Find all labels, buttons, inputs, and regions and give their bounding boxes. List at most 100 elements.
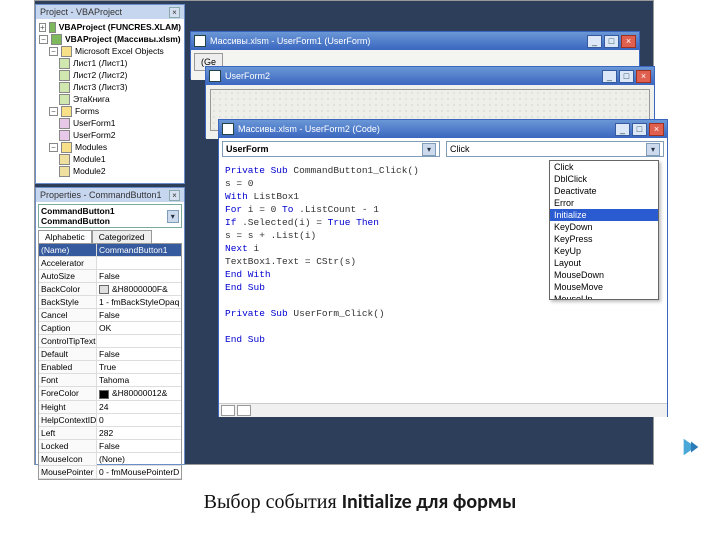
- folder-node[interactable]: Microsoft Excel Objects: [75, 45, 164, 57]
- tree-item[interactable]: Module2: [73, 165, 106, 177]
- window-titlebar[interactable]: Массивы.xlsm - UserForm1 (UserForm) _ □ …: [191, 32, 639, 50]
- procedure-dropdown-value: Click: [450, 144, 470, 154]
- property-row[interactable]: ForeColor&H80000012&: [39, 387, 181, 400]
- object-dropdown[interactable]: UserForm ▾: [222, 141, 440, 157]
- property-row[interactable]: MousePointer0 - fmMousePointerD: [39, 466, 181, 479]
- properties-grid[interactable]: (Name)CommandButton1AcceleratorAutoSizeF…: [38, 243, 182, 480]
- property-row[interactable]: LockedFalse: [39, 440, 181, 453]
- property-row[interactable]: DefaultFalse: [39, 348, 181, 361]
- window-title: Массивы.xlsm - UserForm1 (UserForm): [210, 36, 370, 46]
- collapse-icon[interactable]: −: [49, 47, 58, 56]
- tree-item[interactable]: Лист1 (Лист1): [73, 57, 127, 69]
- properties-tabs: Alphabetic Categorized: [38, 230, 182, 243]
- property-row[interactable]: AutoSizeFalse: [39, 270, 181, 283]
- event-option[interactable]: MouseMove: [550, 281, 658, 293]
- close-button[interactable]: ×: [636, 70, 651, 83]
- property-row[interactable]: BackColor&H8000000F&: [39, 283, 181, 296]
- close-icon[interactable]: ×: [169, 190, 180, 201]
- window-icon: [194, 35, 206, 47]
- sheet-icon: [59, 82, 70, 93]
- object-dropdown-value: UserForm: [226, 144, 269, 154]
- project-explorer: Project - VBAProject × + VBAProject (FUNC…: [35, 4, 185, 184]
- property-row[interactable]: FontTahoma: [39, 374, 181, 387]
- view-switch: [219, 403, 667, 417]
- property-row[interactable]: CancelFalse: [39, 309, 181, 322]
- properties-object-dropdown[interactable]: CommandButton1 CommandButton ▾: [38, 204, 182, 228]
- workbook-icon: [59, 94, 70, 105]
- tree-item[interactable]: Лист2 (Лист2): [73, 69, 127, 81]
- event-option[interactable]: Click: [550, 161, 658, 173]
- properties-title: Properties - CommandButton1: [40, 190, 162, 200]
- folder-icon: [61, 142, 72, 153]
- folder-node[interactable]: Modules: [75, 141, 107, 153]
- project-explorer-title: Project - VBAProject: [40, 7, 122, 17]
- properties-titlebar: Properties - CommandButton1 ×: [36, 188, 184, 202]
- close-button[interactable]: ×: [621, 35, 636, 48]
- tree-item[interactable]: ЭтаКнига: [73, 93, 110, 105]
- caption-emphasis: Initialize для формы: [342, 490, 517, 514]
- project-node[interactable]: VBAProject (Массивы.xlsm): [65, 33, 181, 45]
- project-explorer-titlebar: Project - VBAProject ×: [36, 5, 184, 19]
- event-option[interactable]: Initialize: [550, 209, 658, 221]
- collapse-icon[interactable]: −: [49, 143, 58, 152]
- event-option[interactable]: KeyDown: [550, 221, 658, 233]
- window-title: Массивы.xlsm - UserForm2 (Code): [238, 124, 380, 134]
- event-option[interactable]: Deactivate: [550, 185, 658, 197]
- folder-icon: [61, 46, 72, 57]
- next-slide-button[interactable]: [680, 436, 702, 458]
- event-option[interactable]: KeyPress: [550, 233, 658, 245]
- procedure-dropdown-list[interactable]: ClickDblClickDeactivateErrorInitializeKe…: [549, 160, 659, 300]
- property-row[interactable]: Height24: [39, 401, 181, 414]
- procedure-dropdown[interactable]: Click ▾: [446, 141, 664, 157]
- event-option[interactable]: KeyUp: [550, 245, 658, 257]
- maximize-button[interactable]: □: [604, 35, 619, 48]
- property-row[interactable]: HelpContextID0: [39, 414, 181, 427]
- tree-item[interactable]: UserForm1: [73, 117, 116, 129]
- event-option[interactable]: MouseDown: [550, 269, 658, 281]
- minimize-button[interactable]: _: [587, 35, 602, 48]
- tree-item[interactable]: Лист3 (Лист3): [73, 81, 127, 93]
- project-icon: [51, 34, 62, 45]
- module-icon: [59, 154, 70, 165]
- sheet-icon: [59, 58, 70, 69]
- event-option[interactable]: DblClick: [550, 173, 658, 185]
- property-row[interactable]: CaptionOK: [39, 322, 181, 335]
- procedure-view-button[interactable]: [221, 405, 235, 416]
- project-node[interactable]: VBAProject (FUNCRES.XLAM): [59, 21, 181, 33]
- collapse-icon[interactable]: −: [39, 35, 48, 44]
- property-row[interactable]: BackStyle1 - fmBackStyleOpaq: [39, 296, 181, 309]
- tab-alphabetic[interactable]: Alphabetic: [38, 230, 92, 243]
- close-icon[interactable]: ×: [169, 7, 180, 18]
- event-option[interactable]: Error: [550, 197, 658, 209]
- window-icon: [209, 70, 221, 82]
- close-button[interactable]: ×: [649, 123, 664, 136]
- window-titlebar[interactable]: UserForm2 _ □ ×: [206, 67, 654, 85]
- minimize-button[interactable]: _: [602, 70, 617, 83]
- window-title: UserForm2: [225, 71, 270, 81]
- minimize-button[interactable]: _: [615, 123, 630, 136]
- slide-caption: Выбор события Initialize для формы: [0, 490, 720, 514]
- property-row[interactable]: ControlTipText: [39, 335, 181, 348]
- tab-categorized[interactable]: Categorized: [92, 230, 152, 243]
- window-titlebar[interactable]: Массивы.xlsm - UserForm2 (Code) _ □ ×: [219, 120, 667, 138]
- collapse-icon[interactable]: +: [39, 23, 46, 32]
- tree-item[interactable]: Module1: [73, 153, 106, 165]
- property-row[interactable]: MouseIcon(None): [39, 453, 181, 466]
- full-module-view-button[interactable]: [237, 405, 251, 416]
- project-tree[interactable]: +VBAProject (FUNCRES.XLAM) −VBAProject (…: [36, 19, 184, 179]
- chevron-down-icon: ▾: [167, 210, 179, 223]
- maximize-button[interactable]: □: [632, 123, 647, 136]
- property-row[interactable]: Accelerator: [39, 257, 181, 270]
- property-row[interactable]: Left282: [39, 427, 181, 440]
- event-option[interactable]: MouseUp: [550, 293, 658, 300]
- collapse-icon[interactable]: −: [49, 107, 58, 116]
- caption-text: Выбор события: [204, 491, 342, 513]
- event-option[interactable]: Layout: [550, 257, 658, 269]
- folder-node[interactable]: Forms: [75, 105, 99, 117]
- properties-object-label: CommandButton1 CommandButton: [41, 206, 167, 226]
- vbe-mdi-area: Project - VBAProject × + VBAProject (FUNC…: [34, 0, 654, 465]
- folder-icon: [61, 106, 72, 117]
- tree-item[interactable]: UserForm2: [73, 129, 116, 141]
- maximize-button[interactable]: □: [619, 70, 634, 83]
- property-row[interactable]: EnabledTrue: [39, 361, 181, 374]
